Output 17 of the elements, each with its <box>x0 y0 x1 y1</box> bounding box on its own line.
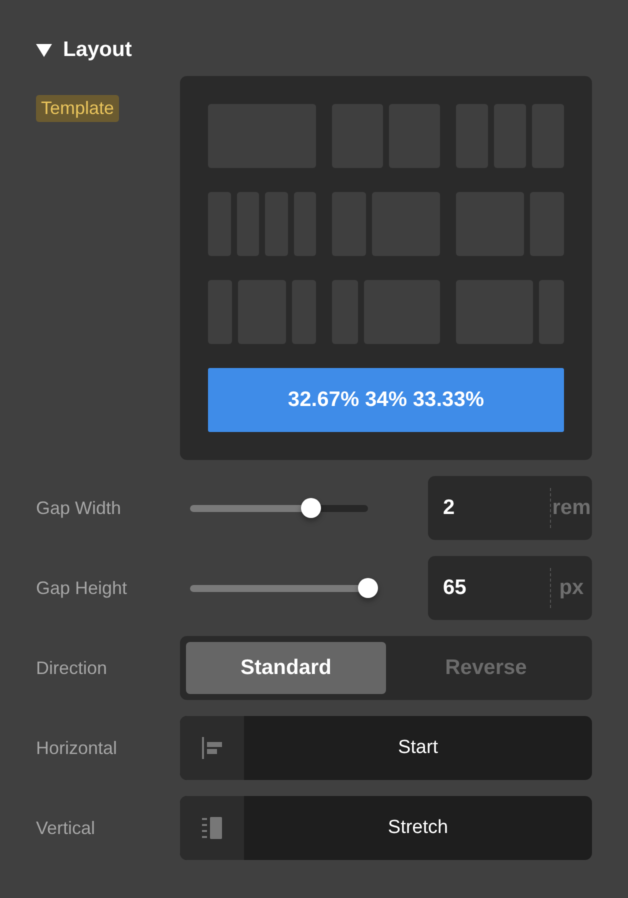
align-start-icon <box>202 737 222 759</box>
field-label: Gap Width <box>36 498 122 518</box>
number-input[interactable]: 65 px <box>428 556 592 620</box>
align-stretch-icon <box>202 817 222 839</box>
field-label: Vertical <box>36 818 96 838</box>
alignment-select[interactable]: Stretch <box>180 796 592 860</box>
unit-label: px <box>558 576 585 600</box>
alignment-select[interactable]: Start <box>180 716 592 780</box>
collapse-triangle-icon[interactable] <box>36 43 52 57</box>
unit-label: rem <box>551 496 592 520</box>
field-label: Horizontal <box>36 738 118 758</box>
field-label: Direction <box>36 658 108 678</box>
field-label: Gap Height <box>36 578 128 598</box>
template-label: Template <box>36 95 120 122</box>
segment-option[interactable]: Standard <box>186 642 386 694</box>
number-input[interactable]: 2 rem <box>428 476 592 540</box>
section-title: Layout <box>63 38 132 62</box>
